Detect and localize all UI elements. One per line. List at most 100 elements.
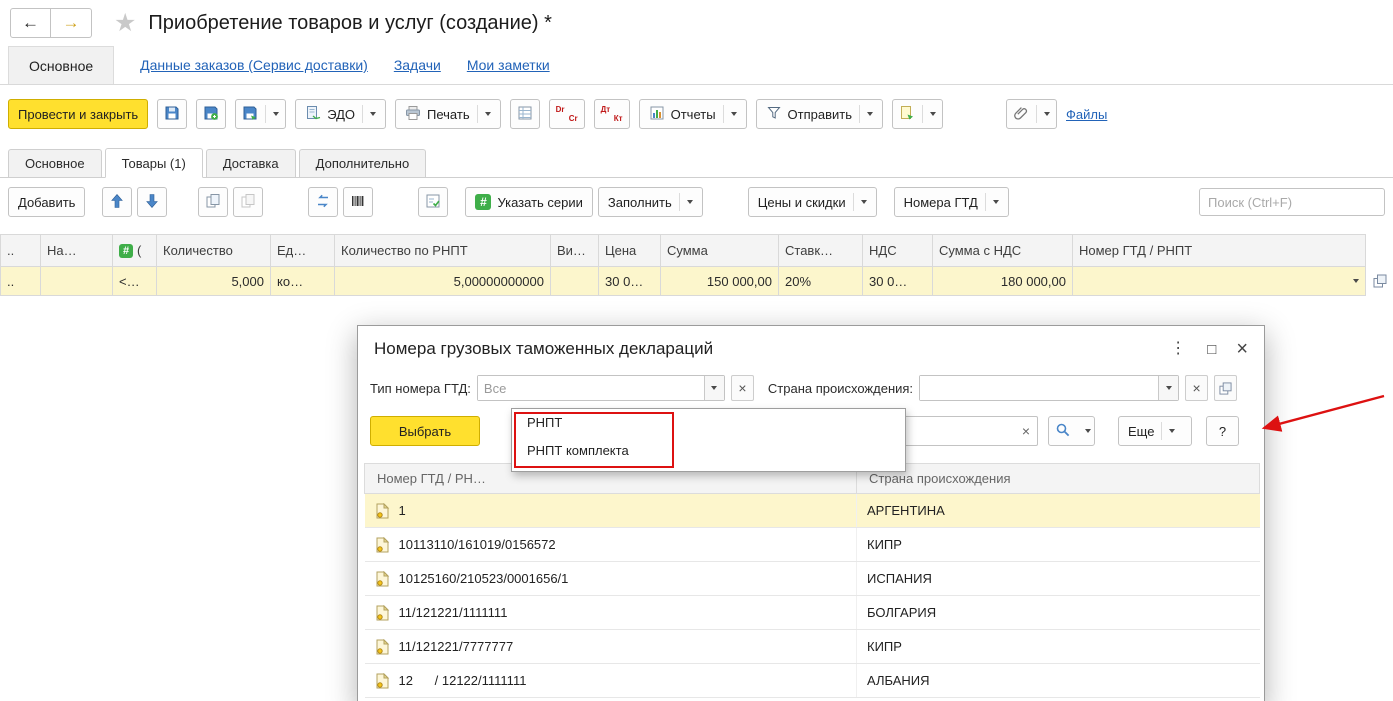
col-amount-with-vat[interactable]: Сумма с НДС — [933, 235, 1073, 267]
gtd-type-clear-button[interactable]: × — [731, 375, 754, 401]
add-row-button[interactable]: Добавить — [8, 187, 85, 217]
drcr-button[interactable]: DrCr — [549, 99, 585, 129]
col-series[interactable]: #( — [113, 235, 157, 267]
tab-main[interactable]: Основное — [8, 149, 102, 177]
col-marker[interactable]: .. — [1, 235, 41, 267]
chevron-down-icon[interactable] — [1353, 279, 1359, 283]
select-button[interactable]: Выбрать — [370, 416, 480, 446]
print-button[interactable]: Печать — [395, 99, 501, 129]
attachments-button[interactable] — [1006, 99, 1057, 129]
tab-main-section[interactable]: Основное — [8, 46, 114, 84]
cell-amount[interactable]: 150 000,00 — [661, 267, 779, 296]
chevron-down-icon — [370, 112, 376, 116]
forward-button[interactable]: → — [51, 8, 92, 38]
cell-price[interactable]: 30 0… — [599, 267, 661, 296]
files-link[interactable]: Файлы — [1066, 107, 1107, 122]
open-list-icon[interactable] — [1370, 271, 1390, 291]
edo-icon — [305, 105, 321, 124]
combo-dropdown-button[interactable] — [704, 376, 724, 400]
post-button[interactable] — [196, 99, 226, 129]
tab-goods[interactable]: Товары (1) — [105, 148, 203, 178]
save-variants-button[interactable] — [235, 99, 286, 129]
tab-additional[interactable]: Дополнительно — [299, 149, 427, 177]
dropdown-item-rnpt[interactable]: РНПТ — [512, 409, 905, 437]
gtd-row-6[interactable]: 12 / 12122/1111111 АЛБАНИЯ — [365, 664, 1260, 698]
tab-delivery[interactable]: Доставка — [206, 149, 296, 177]
country-column-header[interactable]: Страна происхождения — [857, 464, 1260, 494]
report-chart-icon — [649, 105, 665, 124]
link-tasks[interactable]: Задачи — [394, 46, 441, 84]
barcode-button[interactable] — [343, 187, 373, 217]
col-vat-rate[interactable]: Ставк… — [779, 235, 863, 267]
send-button[interactable]: Отправить — [756, 99, 883, 129]
col-amount[interactable]: Сумма — [661, 235, 779, 267]
more-button[interactable]: Еще — [1118, 416, 1192, 446]
chevron-down-icon — [861, 200, 867, 204]
post-and-close-label: Провести и закрыть — [18, 107, 138, 122]
prices-discounts-button[interactable]: Цены и скидки — [748, 187, 877, 217]
country-input[interactable] — [920, 376, 1158, 400]
col-type[interactable]: Ви… — [551, 235, 599, 267]
cell-vat-rate[interactable]: 20% — [779, 267, 863, 296]
register-records-button[interactable] — [510, 99, 540, 129]
cell-type[interactable] — [551, 267, 599, 296]
col-vat[interactable]: НДС — [863, 235, 933, 267]
gtd-row-2[interactable]: 10113110/161019/0156572 КИПР — [365, 528, 1260, 562]
save-button[interactable] — [157, 99, 187, 129]
gtd-row-4[interactable]: 11/121221/1111111 БОЛГАРИЯ — [365, 596, 1260, 630]
col-gtd-number[interactable]: Номер ГТД / РНПТ — [1073, 235, 1366, 267]
col-series-label: ( — [137, 243, 141, 258]
paste-row-button[interactable] — [233, 187, 263, 217]
fill-button[interactable]: Заполнить — [598, 187, 703, 217]
more-menu-icon[interactable]: ⋮ — [1170, 341, 1187, 357]
maximize-icon[interactable]: □ — [1207, 342, 1216, 357]
goods-search-input[interactable] — [1199, 188, 1385, 216]
move-rows-button[interactable] — [308, 187, 338, 217]
country-combo[interactable] — [919, 375, 1179, 401]
cell-series[interactable]: <… — [113, 267, 157, 296]
search-clear-button[interactable]: × — [1015, 423, 1037, 439]
dtkt-button[interactable]: ДтКт — [594, 99, 630, 129]
dropdown-item-rnpt-set[interactable]: РНПТ комплекта — [512, 437, 905, 465]
col-quantity[interactable]: Количество — [157, 235, 271, 267]
country-clear-button[interactable]: × — [1185, 375, 1208, 401]
search-options-button[interactable] — [1048, 416, 1095, 446]
gtd-row-1[interactable]: 1 АРГЕНТИНА — [365, 494, 1260, 528]
cell-unit[interactable]: ко… — [271, 267, 335, 296]
copy-row-button[interactable] — [198, 187, 228, 217]
goods-row-selected[interactable]: .. <… 5,000 ко… 5,00000000000 30 0… 150 … — [1, 267, 1366, 296]
floppy-post-icon — [203, 105, 219, 124]
check-fill-button[interactable] — [418, 187, 448, 217]
post-and-close-button[interactable]: Провести и закрыть — [8, 99, 148, 129]
gtd-type-combo[interactable] — [477, 375, 725, 401]
close-icon[interactable]: × — [1236, 339, 1248, 359]
cell-name[interactable] — [41, 267, 113, 296]
gtd-type-input[interactable] — [478, 376, 704, 400]
cell-gtd-number[interactable] — [1073, 267, 1366, 296]
cell-quantity[interactable]: 5,000 — [157, 267, 271, 296]
specify-series-button[interactable]: # Указать серии — [465, 187, 592, 217]
country-open-list-button[interactable] — [1214, 375, 1237, 401]
back-button[interactable]: ← — [10, 8, 51, 38]
gtd-numbers-button[interactable]: Номера ГТД — [894, 187, 1009, 217]
edo-button[interactable]: ЭДО — [295, 99, 386, 129]
help-button[interactable]: ? — [1206, 416, 1239, 446]
col-unit[interactable]: Ед… — [271, 235, 335, 267]
cell-amount-with-vat[interactable]: 180 000,00 — [933, 267, 1073, 296]
move-up-button[interactable] — [102, 187, 132, 217]
create-based-on-button[interactable] — [892, 99, 943, 129]
col-name[interactable]: На… — [41, 235, 113, 267]
col-rnpt-quantity[interactable]: Количество по РНПТ — [335, 235, 551, 267]
move-down-button[interactable] — [137, 187, 167, 217]
combo-dropdown-button[interactable] — [1158, 376, 1178, 400]
reports-button[interactable]: Отчеты — [639, 99, 747, 129]
cell-rnpt-quantity[interactable]: 5,00000000000 — [335, 267, 551, 296]
gtd-row-3[interactable]: 10125160/210523/0001656/1 ИСПАНИЯ — [365, 562, 1260, 596]
cell-vat[interactable]: 30 0… — [863, 267, 933, 296]
favorite-star-icon[interactable]: ★ — [114, 8, 136, 38]
gtd-row-5[interactable]: 11/121221/7777777 КИПР — [365, 630, 1260, 664]
link-order-data[interactable]: Данные заказов (Сервис доставки) — [140, 46, 368, 84]
link-my-notes[interactable]: Мои заметки — [467, 46, 550, 84]
page-title: Приобретение товаров и услуг (создание) … — [148, 12, 551, 35]
col-price[interactable]: Цена — [599, 235, 661, 267]
